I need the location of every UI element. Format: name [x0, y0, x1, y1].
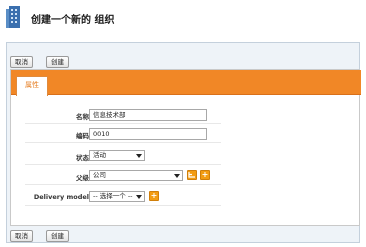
parent-select[interactable]: 公司: [89, 170, 183, 181]
cancel-button-bottom[interactable]: 取消: [10, 230, 33, 242]
chevron-down-icon: [136, 154, 142, 158]
status-label: 状态: [76, 154, 89, 162]
hierarchy-button[interactable]: [187, 170, 197, 180]
code-row: 编码 0010: [11, 126, 361, 143]
name-row: 名称 信息技术部: [11, 107, 361, 124]
tab-properties[interactable]: 属性: [16, 76, 48, 96]
tab-strip: 属性: [11, 70, 361, 96]
add-delivery-model-button[interactable]: +: [149, 191, 159, 201]
create-button-bottom[interactable]: 创建: [46, 230, 69, 242]
create-button-top[interactable]: 创建: [46, 56, 69, 68]
building-icon: [6, 6, 20, 28]
delivery-model-selected-value: -- 选择一个 --: [93, 192, 133, 200]
delivery-model-label: Delivery model: [33, 193, 89, 201]
plus-icon: +: [201, 170, 209, 179]
page-title: 创建一个新的 组织: [31, 15, 115, 26]
parent-label: 父级: [76, 174, 89, 182]
status-row: 状态 活动: [11, 148, 361, 165]
add-parent-button[interactable]: +: [200, 170, 210, 180]
chevron-down-icon: [136, 195, 142, 199]
delivery-model-row: Delivery model -- 选择一个 -- +: [11, 189, 361, 206]
title-bar: 创建一个新的 组织: [0, 0, 366, 36]
name-label: 名称: [76, 113, 89, 121]
name-field[interactable]: 信息技术部: [89, 109, 207, 121]
status-selected-value: 活动: [93, 151, 106, 159]
chevron-down-icon: [174, 174, 180, 178]
parent-selected-value: 公司: [93, 171, 106, 179]
status-select[interactable]: 活动: [89, 150, 145, 161]
plus-icon: +: [150, 191, 158, 200]
code-label: 编码: [76, 132, 89, 140]
hierarchy-icon: [188, 172, 195, 178]
parent-row: 父级 公司 +: [11, 168, 361, 185]
form-panel: 属性 名称 信息技术部 编码 0010 状态 活动 父级 公司 + Delive…: [10, 69, 361, 226]
code-field[interactable]: 0010: [89, 128, 207, 140]
delivery-model-select[interactable]: -- 选择一个 --: [89, 191, 145, 202]
cancel-button-top[interactable]: 取消: [10, 56, 33, 68]
